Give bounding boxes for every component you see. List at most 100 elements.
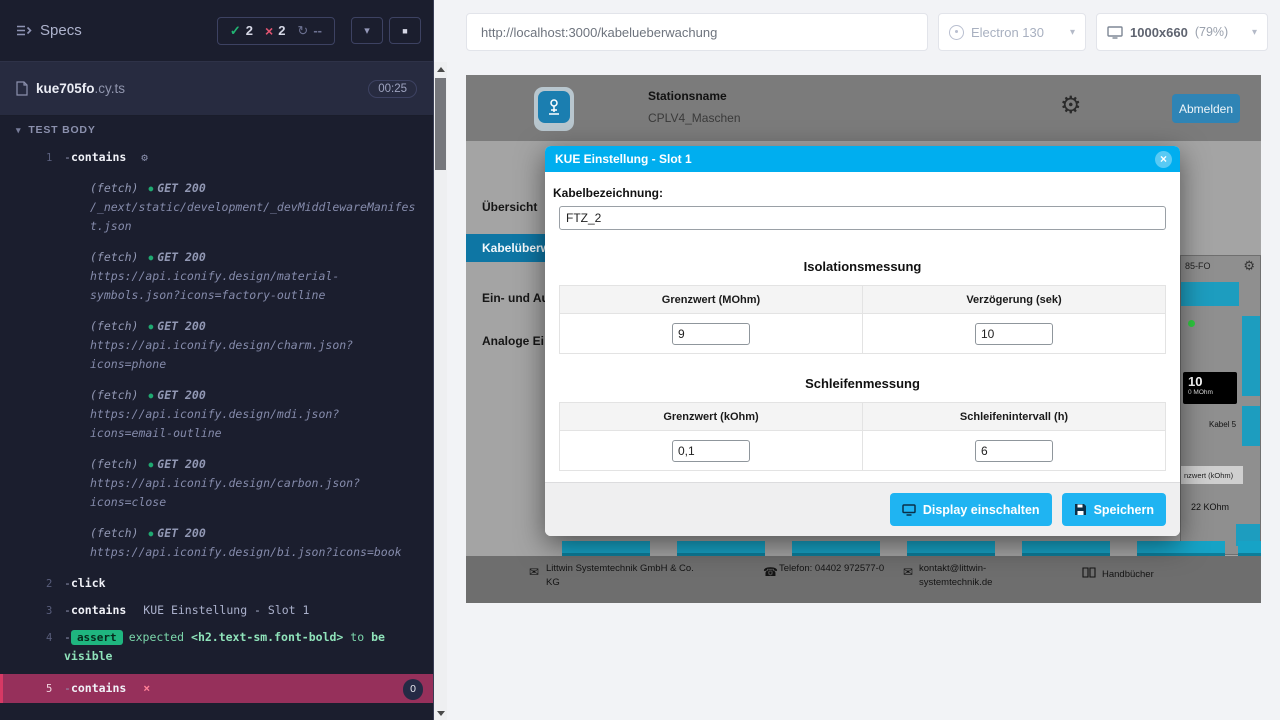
scroll-up-arrow[interactable]: [434, 62, 447, 76]
vertical-scrollbar[interactable]: [434, 62, 447, 720]
column-header: Schleifenintervall (h): [863, 403, 1166, 431]
status-dot-icon: ●: [148, 184, 153, 193]
status-led: [1188, 320, 1195, 327]
network-log-row[interactable]: (fetch)●GET 200 https://api.iconify.desi…: [0, 451, 433, 516]
request-url: https://api.iconify.design/material-symb…: [90, 267, 420, 305]
slot-tab[interactable]: [562, 541, 650, 556]
chevron-down-icon: ▾: [364, 24, 370, 37]
slot-tab[interactable]: [907, 541, 995, 556]
retry-badge: 0: [403, 679, 423, 700]
slot-code: 85-FO: [1185, 261, 1211, 271]
display-einschalten-button[interactable]: Display einschalten: [890, 493, 1052, 526]
stat-failed: ×2: [265, 23, 285, 39]
slot-tab[interactable]: [792, 541, 880, 556]
modal-title: KUE Einstellung - Slot 1: [555, 152, 692, 166]
column-header: Grenzwert (kOhm): [560, 403, 863, 431]
network-log-row[interactable]: (fetch)●GET 200 https://api.iconify.desi…: [0, 313, 433, 378]
cypress-runner: Electron 130 ▾ 1000x660 (79%) ▾ Stations…: [434, 0, 1280, 720]
test-body-toggle[interactable]: ▾ TEST BODY: [0, 116, 433, 144]
verzoegerung-sek-input[interactable]: [975, 323, 1053, 345]
scrollbar-thumb[interactable]: [435, 78, 446, 170]
command-row-contains-failed[interactable]: 5 -contains × 0: [0, 674, 433, 703]
slot-cyan-strip: [1242, 316, 1260, 396]
command-row-click[interactable]: 2 -click: [0, 570, 433, 597]
scroll-down-arrow[interactable]: [434, 706, 447, 720]
spec-name: kue705fo.cy.ts: [36, 81, 125, 96]
slot-tab[interactable]: [1022, 541, 1110, 556]
spec-file-row[interactable]: kue705fo.cy.ts 00:25: [0, 62, 433, 116]
app-under-test: Stationsname CPLV4_Maschen ⚙ Abmelden Üb…: [466, 75, 1261, 603]
request-url: https://api.iconify.design/carbon.json?i…: [90, 474, 420, 512]
stat-passed: ✓2: [230, 23, 253, 39]
file-icon: [16, 81, 28, 96]
status-dot-icon: ●: [148, 529, 153, 538]
cross-icon: ×: [265, 23, 273, 39]
slot-tab[interactable]: [677, 541, 765, 556]
slot-gear-icon[interactable]: ⚙: [1243, 258, 1255, 274]
settings-gear-icon[interactable]: ⚙: [1060, 91, 1082, 120]
save-icon: [1074, 503, 1087, 516]
phone-icon: ☎: [763, 565, 778, 579]
request-url: https://api.iconify.design/charm.json?ic…: [90, 336, 420, 374]
command-row-contains[interactable]: 3 -contains KUE Einstellung - Slot 1: [0, 597, 433, 624]
viewport-selector[interactable]: 1000x660 (79%) ▾: [1096, 13, 1268, 51]
cypress-reporter: Specs ✓2 ×2 ↻-- ▾ ■ kue705fo.cy.ts 00:25…: [0, 0, 434, 720]
reading-value: 22 KOhm: [1191, 502, 1229, 512]
network-log-row[interactable]: (fetch)●GET 200 https://api.iconify.desi…: [0, 520, 433, 566]
column-header: Grenzwert (MOhm): [560, 286, 863, 314]
browser-selector[interactable]: Electron 130 ▾: [938, 13, 1086, 51]
test-stats: ✓2 ×2 ↻--: [217, 17, 335, 45]
url-input[interactable]: [466, 13, 928, 51]
slot-tab[interactable]: [1137, 541, 1225, 556]
command-row-assert[interactable]: 4 -assertexpected <h2.text-sm.font-bold>…: [0, 624, 433, 670]
command-number: 3: [46, 602, 52, 621]
display-icon: [902, 504, 916, 516]
command-number: 1: [46, 149, 52, 168]
network-log-row[interactable]: (fetch)●GET 200 /_next/static/developmen…: [0, 175, 433, 240]
footer-email[interactable]: kontakt@littwin-systemtechnik.de: [919, 562, 1009, 590]
footer-phone[interactable]: Telefon: 04402 972577-0: [779, 562, 891, 576]
modal-footer: Display einschalten Speichern: [545, 482, 1180, 536]
request-url: https://api.iconify.design/bi.json?icons…: [90, 543, 420, 562]
kabelbezeichnung-label: Kabelbezeichnung:: [553, 186, 1166, 200]
station-value: CPLV4_Maschen: [648, 111, 741, 125]
monitor-icon: [1107, 26, 1123, 39]
collapse-button[interactable]: ▾: [351, 17, 383, 44]
close-icon[interactable]: ×: [1155, 151, 1172, 168]
kue-settings-modal: KUE Einstellung - Slot 1 × Kabelbezeichn…: [545, 146, 1180, 536]
network-log-row[interactable]: (fetch)●GET 200 https://api.iconify.desi…: [0, 244, 433, 309]
stop-icon: ■: [402, 26, 407, 36]
specs-title[interactable]: Specs: [40, 22, 82, 39]
status-dot-icon: ●: [148, 460, 153, 469]
grenzwert-kohm-input[interactable]: [672, 440, 750, 462]
grenzwert-mohm-input[interactable]: [672, 323, 750, 345]
schleifenmessung-table: Grenzwert (kOhm) Schleifenintervall (h): [559, 402, 1166, 471]
reporter-header: Specs ✓2 ×2 ↻-- ▾ ■: [0, 0, 433, 62]
column-header: Verzögerung (sek): [863, 286, 1166, 314]
command-row-contains[interactable]: 1 -contains ⚙: [0, 144, 433, 171]
fail-cross-icon: ×: [143, 681, 150, 695]
isolationsmessung-table: Grenzwert (MOhm) Verzögerung (sek): [559, 285, 1166, 354]
mail-icon: ✉: [903, 565, 913, 579]
specs-menu-icon: [16, 24, 32, 37]
slot-tab[interactable]: [1238, 541, 1261, 556]
caret-down-icon: ▾: [16, 125, 21, 136]
gear-icon: ⚙: [141, 151, 148, 164]
status-dot-icon: ●: [148, 391, 153, 400]
network-log-row[interactable]: (fetch)●GET 200 https://api.iconify.desi…: [0, 382, 433, 447]
logout-button[interactable]: Abmelden: [1172, 94, 1240, 123]
status-dot-icon: ●: [148, 322, 153, 331]
isolationsmessung-title: Isolationsmessung: [559, 259, 1166, 274]
modal-header: KUE Einstellung - Slot 1 ×: [545, 146, 1180, 172]
kabelbezeichnung-input[interactable]: [559, 206, 1166, 230]
assert-badge: assert: [71, 630, 123, 645]
schleifenintervall-input[interactable]: [975, 440, 1053, 462]
spec-duration: 00:25: [368, 80, 417, 98]
kabel-label: Kabel 5: [1209, 420, 1236, 429]
speichern-button[interactable]: Speichern: [1062, 493, 1166, 526]
littwin-logo: [534, 87, 574, 131]
stop-button[interactable]: ■: [389, 17, 421, 44]
stat-pending: ↻--: [297, 23, 322, 39]
footer-manuals[interactable]: Handbücher: [1102, 568, 1154, 582]
schleifenmessung-title: Schleifenmessung: [559, 376, 1166, 391]
